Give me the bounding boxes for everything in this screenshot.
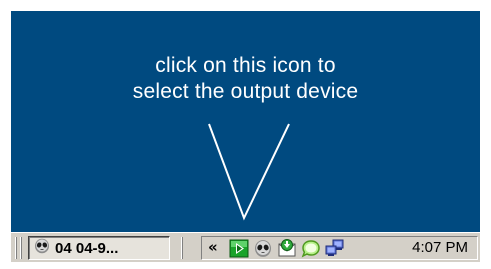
tray-expand-button[interactable]: «: [208, 237, 218, 257]
desktop-area: click on this icon to select the output …: [11, 11, 480, 232]
green-chat-icon[interactable]: [301, 239, 321, 258]
mail-download-icon[interactable]: [277, 239, 297, 258]
pointer-arrow: [208, 123, 290, 221]
taskbar-separator: [181, 237, 183, 259]
system-tray: « 4:07 PM: [201, 236, 478, 260]
taskbar: 04 04-9... « 4:07 PM: [11, 232, 480, 262]
network-computers-icon[interactable]: [325, 239, 345, 258]
task-button-label: 04 04-9...: [55, 239, 119, 257]
task-button[interactable]: 04 04-9...: [28, 236, 170, 260]
clock[interactable]: 4:07 PM: [412, 237, 468, 259]
media-play-icon[interactable]: [229, 239, 249, 258]
alien-head-icon: [34, 238, 50, 259]
alien-head-icon[interactable]: [253, 239, 273, 258]
taskbar-grip-2[interactable]: [20, 237, 22, 259]
taskbar-grip[interactable]: [15, 237, 17, 259]
